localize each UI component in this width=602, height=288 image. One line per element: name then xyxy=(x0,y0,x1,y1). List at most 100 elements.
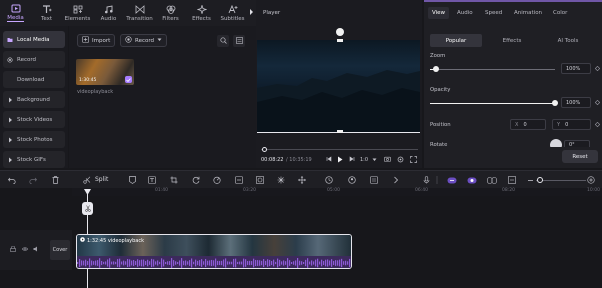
track-audio-icon[interactable] xyxy=(33,246,39,254)
tab-audio-props[interactable]: Audio xyxy=(457,10,473,16)
opacity-keyframe-icon[interactable] xyxy=(594,99,601,107)
sidebar-item-stock-photos[interactable]: Stock Photos xyxy=(3,131,65,148)
video-preview[interactable] xyxy=(257,40,420,133)
rotate-handle[interactable] xyxy=(336,28,344,36)
sidebar-item-stock-videos[interactable]: Stock Videos xyxy=(3,111,65,128)
zoom-in-icon[interactable] xyxy=(587,176,595,184)
sidebar-item-local-media[interactable]: Local Media xyxy=(3,31,65,48)
waveform-bar xyxy=(81,260,83,266)
tab-elements[interactable]: Elements xyxy=(62,0,93,26)
cover-button[interactable]: Cover xyxy=(50,240,70,260)
snapshot-icon[interactable] xyxy=(384,156,391,164)
record-dropdown[interactable]: Record xyxy=(120,34,168,47)
timeline-zoom-knob[interactable] xyxy=(537,177,543,183)
waveform-bar xyxy=(351,259,352,267)
list-view-button[interactable] xyxy=(233,35,245,47)
playhead-split-handle[interactable] xyxy=(82,202,93,215)
sidebar-item-record[interactable]: Record xyxy=(3,51,65,68)
waveform-bar xyxy=(211,259,213,267)
tab-text[interactable]: Text xyxy=(31,0,62,26)
fullscreen-icon[interactable] xyxy=(410,156,417,165)
waveform-bar xyxy=(167,261,169,265)
fit-icon[interactable] xyxy=(508,176,516,184)
filters-icon xyxy=(165,5,176,14)
timeline-zoom-slider[interactable] xyxy=(536,180,586,181)
tab-animation[interactable]: Animation xyxy=(514,10,542,16)
search-button[interactable] xyxy=(217,35,229,47)
zoom-slider-track[interactable] xyxy=(430,69,555,70)
zoom-out-icon[interactable] xyxy=(526,176,534,184)
zoom-keyframe-icon[interactable] xyxy=(594,65,601,73)
link-icon[interactable] xyxy=(487,176,497,184)
subtab-effects[interactable]: Effects xyxy=(486,34,538,47)
position-keyframe-icon[interactable] xyxy=(594,121,601,129)
tab-media[interactable]: Media xyxy=(0,0,31,26)
tab-effects[interactable]: Effects xyxy=(186,0,217,26)
waveform-bar xyxy=(175,261,177,265)
tab-speed[interactable]: Speed xyxy=(485,10,502,16)
video-clip[interactable]: 1:32:45 videoplayback xyxy=(76,234,352,269)
opacity-slider-knob[interactable] xyxy=(552,100,558,106)
transform-icon[interactable] xyxy=(298,176,306,184)
zoom-ratio[interactable]: 1:0 xyxy=(360,157,368,163)
media-thumbnail[interactable]: 1:30:45 xyxy=(76,59,134,85)
clock-icon[interactable] xyxy=(325,176,333,184)
track-lock-icon[interactable] xyxy=(10,245,16,254)
crop-icon[interactable] xyxy=(170,176,178,184)
import-button[interactable]: Import xyxy=(77,34,116,47)
redo-icon[interactable] xyxy=(29,176,37,184)
microphone-icon[interactable] xyxy=(422,176,430,184)
zoom-value-field[interactable]: 100% xyxy=(561,63,591,74)
waveform-bar xyxy=(289,260,291,266)
ratio-chevron-icon[interactable] xyxy=(372,157,377,164)
playback-progress-knob[interactable] xyxy=(262,147,268,152)
sidebar-item-stock-gifs[interactable]: Stock GIFs xyxy=(3,151,65,168)
position-x-field[interactable]: X 0 xyxy=(510,119,546,130)
settings-gear-icon[interactable] xyxy=(397,156,404,165)
waveform-bar xyxy=(253,258,255,268)
bottom-handle[interactable] xyxy=(337,130,343,133)
waveform-bar xyxy=(165,261,167,265)
subtab-ai-tools[interactable]: AI Tools xyxy=(542,34,594,47)
track-visibility-icon[interactable] xyxy=(21,246,29,254)
player-panel: Player 00:08:22 / 10:35:19 1:0 xyxy=(256,0,422,168)
subtab-popular[interactable]: Popular xyxy=(430,34,482,47)
chevron-right-icon[interactable] xyxy=(392,176,400,184)
snap-toggle-icon[interactable] xyxy=(447,176,457,184)
opacity-value-field[interactable]: 100% xyxy=(561,97,591,108)
tab-filters[interactable]: Filters xyxy=(155,0,186,26)
layers-icon[interactable] xyxy=(370,176,378,184)
text-tool-icon[interactable] xyxy=(148,176,156,184)
prev-frame-icon[interactable] xyxy=(326,156,332,164)
marker-icon[interactable] xyxy=(128,176,136,184)
zoom-slider-knob[interactable] xyxy=(433,66,440,72)
sidebar-item-background[interactable]: Background xyxy=(3,91,65,108)
playback-progress-track[interactable] xyxy=(261,149,418,150)
tab-view[interactable]: View xyxy=(428,7,450,19)
tab-subtitles[interactable]: Subtitles xyxy=(217,0,248,26)
waveform-bar xyxy=(171,258,173,268)
play-icon[interactable] xyxy=(337,156,343,165)
tab-color[interactable]: Color xyxy=(553,10,567,16)
tab-audio[interactable]: Audio xyxy=(93,0,124,26)
reset-button[interactable]: Reset xyxy=(562,150,598,163)
timeline-ruler[interactable]: 01:40 03:20 05:00 06:40 08:20 10:00 xyxy=(72,188,602,196)
undo-icon[interactable] xyxy=(8,176,16,184)
toolbar-more-icon[interactable] xyxy=(249,8,254,18)
opacity-slider-fill xyxy=(430,103,555,104)
magnet-toggle-icon[interactable] xyxy=(467,176,477,184)
person-icon[interactable] xyxy=(348,176,356,184)
sidebar-item-download[interactable]: Download xyxy=(3,71,65,88)
top-handle[interactable] xyxy=(337,39,343,42)
mask-icon[interactable] xyxy=(256,176,264,184)
position-y-field[interactable]: Y 0 xyxy=(552,119,591,130)
split-label[interactable]: Split xyxy=(95,176,108,183)
tab-transition[interactable]: Transition xyxy=(124,0,155,26)
rotate-icon[interactable] xyxy=(192,176,200,184)
speed-icon[interactable] xyxy=(213,176,221,184)
next-frame-icon[interactable] xyxy=(349,156,355,164)
detach-audio-icon[interactable] xyxy=(235,176,243,184)
color-icon[interactable] xyxy=(277,176,285,184)
split-icon[interactable] xyxy=(83,176,91,184)
delete-icon[interactable] xyxy=(51,176,59,184)
